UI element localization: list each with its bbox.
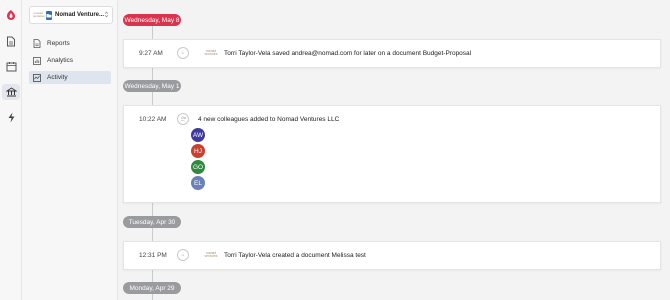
- date-badge: Wednesday, May 1: [123, 80, 181, 92]
- icon-rail: [0, 0, 22, 300]
- sidebar-item-reports[interactable]: Reports: [29, 37, 111, 50]
- avatar[interactable]: HJ: [191, 144, 205, 158]
- event-avatar-placeholder: ⌂: [177, 47, 189, 59]
- sidebar-item-label: Activity: [47, 74, 68, 81]
- event-message: Torri Taylor-Vela created a document Mel…: [224, 252, 366, 259]
- workspace-logo: nomad ventures: [33, 11, 45, 18]
- calendar-icon[interactable]: [4, 59, 18, 73]
- lightning-icon[interactable]: [4, 110, 18, 124]
- date-badge: Tuesday, Apr 30: [123, 216, 181, 228]
- activity-icon: [33, 73, 41, 82]
- sidebar-item-analytics[interactable]: Analytics: [29, 54, 111, 67]
- event-message: Torri Taylor-Vela saved andrea@nomad.com…: [224, 50, 472, 57]
- chart-icon: [33, 56, 41, 65]
- sidebar-item-activity[interactable]: Activity: [29, 71, 111, 84]
- event-time: 12:31 PM: [139, 252, 167, 259]
- sidebar-item-label: Analytics: [47, 57, 74, 64]
- date-badge: Wednesday, May 8: [123, 14, 181, 26]
- avatar[interactable]: GO: [191, 160, 205, 174]
- bank-icon[interactable]: [2, 84, 20, 100]
- users-icon: [177, 113, 189, 125]
- document-icon: [33, 39, 41, 48]
- workspace-name: Nomad Venture...: [55, 12, 105, 18]
- avatar[interactable]: EL: [191, 176, 205, 190]
- sidebar-item-label: Reports: [47, 40, 70, 47]
- event-avatar-placeholder: ⌂: [177, 249, 189, 261]
- event-time: 10:22 AM: [139, 116, 167, 123]
- document-icon[interactable]: [4, 34, 18, 48]
- chevron-updown-icon: [104, 10, 109, 20]
- company-logo: nomad ventures: [204, 251, 218, 259]
- date-badge: Monday, Apr 29: [123, 282, 181, 294]
- workspace-folder-icon: [46, 10, 52, 20]
- activity-card[interactable]: 12:31 PM ⌂ nomad ventures Torri Taylor-V…: [123, 241, 661, 270]
- sidebar: nomad ventures Nomad Venture... Reports …: [22, 0, 118, 300]
- brand-logo-icon[interactable]: [4, 8, 18, 22]
- workspace-switcher[interactable]: nomad ventures Nomad Venture...: [29, 6, 113, 24]
- event-message: 4 new colleagues added to Nomad Ventures…: [198, 116, 340, 123]
- company-logo: nomad ventures: [204, 49, 218, 57]
- activity-card[interactable]: 9:27 AM ⌂ nomad ventures Torri Taylor-Ve…: [123, 39, 661, 68]
- event-time: 9:27 AM: [139, 50, 163, 57]
- avatar[interactable]: AW: [191, 128, 205, 142]
- activity-card[interactable]: 10:22 AM 4 new colleagues added to Nomad…: [123, 105, 661, 203]
- activity-timeline: Wednesday, May 8 9:27 AM ⌂ nomad venture…: [118, 0, 670, 300]
